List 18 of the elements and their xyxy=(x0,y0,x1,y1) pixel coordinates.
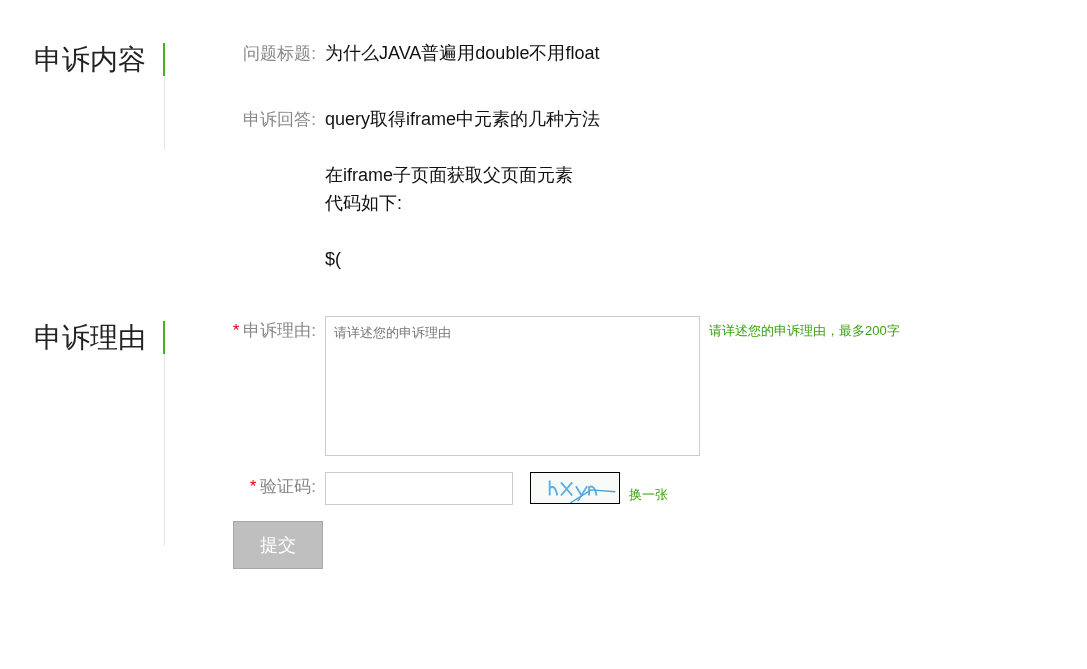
field-value: 代码如下: xyxy=(325,192,403,215)
submit-button[interactable]: 提交 xyxy=(233,521,323,569)
hint-text: 请详述您的申诉理由，最多200字 xyxy=(709,322,900,340)
section-title: 申诉内容 xyxy=(34,43,146,76)
captcha-field[interactable] xyxy=(325,472,513,505)
field-label: 申诉回答: xyxy=(243,109,316,131)
field-value: query取得iframe中元素的几种方法 xyxy=(325,108,601,131)
field-value: $( xyxy=(325,248,342,271)
section-title: 申诉理由 xyxy=(34,321,146,354)
field-value: 为什么JAVA普遍用double不用float xyxy=(325,42,600,65)
refresh-link[interactable]: 换一张 xyxy=(629,485,668,505)
field-label: 验证码: xyxy=(260,476,316,498)
required-mark: * xyxy=(232,320,240,342)
required-mark: * xyxy=(249,476,257,498)
field-label: 问题标题: xyxy=(243,43,316,65)
field-value: 在iframe子页面获取父页面元素 xyxy=(325,164,574,187)
field-label: 申诉理由: xyxy=(243,320,316,342)
reason-field[interactable]: 请详述您的申诉理由 xyxy=(325,316,700,456)
